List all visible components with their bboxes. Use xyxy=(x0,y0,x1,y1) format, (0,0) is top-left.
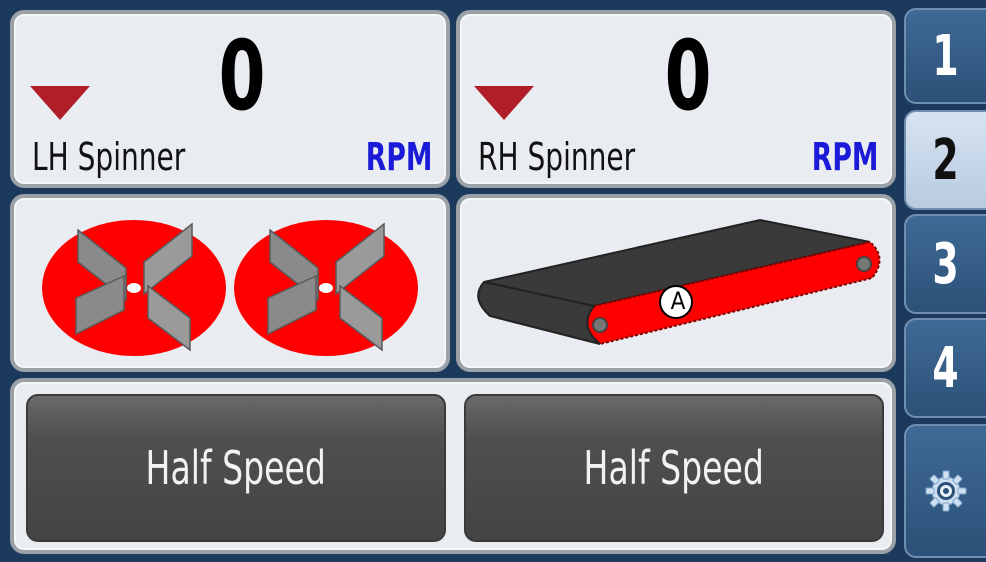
spinner-discs-icon xyxy=(42,220,418,356)
tab-3-label: 3 xyxy=(932,231,960,297)
lh-spinner-panel: 0 LH Spinner RPM xyxy=(10,10,450,188)
speed-buttons-panel: Half Speed Half Speed xyxy=(10,378,896,554)
rh-spinner-panel: 0 RH Spinner RPM xyxy=(456,10,896,188)
gear-icon xyxy=(925,470,967,512)
belt-marker-label: A xyxy=(670,287,686,315)
tab-4-label: 4 xyxy=(932,335,960,401)
lh-spinner-label: LH Spinner xyxy=(32,135,186,179)
lh-half-speed-button[interactable]: Half Speed xyxy=(26,394,446,542)
conveyor-graphic-panel[interactable]: A xyxy=(456,194,896,372)
spinners-graphic-panel[interactable] xyxy=(10,194,450,372)
app-frame: 0 LH Spinner RPM 0 RH Spinner RPM A Half… xyxy=(0,0,986,562)
tab-1[interactable]: 1 xyxy=(904,8,986,104)
tab-2[interactable]: 2 xyxy=(904,110,986,210)
rh-rpm-unit: RPM xyxy=(811,135,878,179)
rh-half-speed-button[interactable]: Half Speed xyxy=(464,394,884,542)
lh-rpm-value: 0 xyxy=(218,20,266,132)
tab-2-label: 2 xyxy=(932,127,960,193)
tab-3[interactable]: 3 xyxy=(904,214,986,314)
decrease-arrow-icon[interactable] xyxy=(474,86,534,120)
lh-half-speed-label: Half Speed xyxy=(145,441,327,495)
rh-half-speed-label: Half Speed xyxy=(583,441,765,495)
rh-rpm-value: 0 xyxy=(664,20,712,132)
tab-1-label: 1 xyxy=(932,23,960,89)
lh-rpm-unit: RPM xyxy=(365,135,432,179)
tab-settings[interactable] xyxy=(904,424,986,558)
tab-4[interactable]: 4 xyxy=(904,318,986,418)
decrease-arrow-icon[interactable] xyxy=(30,86,90,120)
rh-spinner-label: RH Spinner xyxy=(478,135,636,179)
conveyor-belt-icon xyxy=(477,218,881,346)
